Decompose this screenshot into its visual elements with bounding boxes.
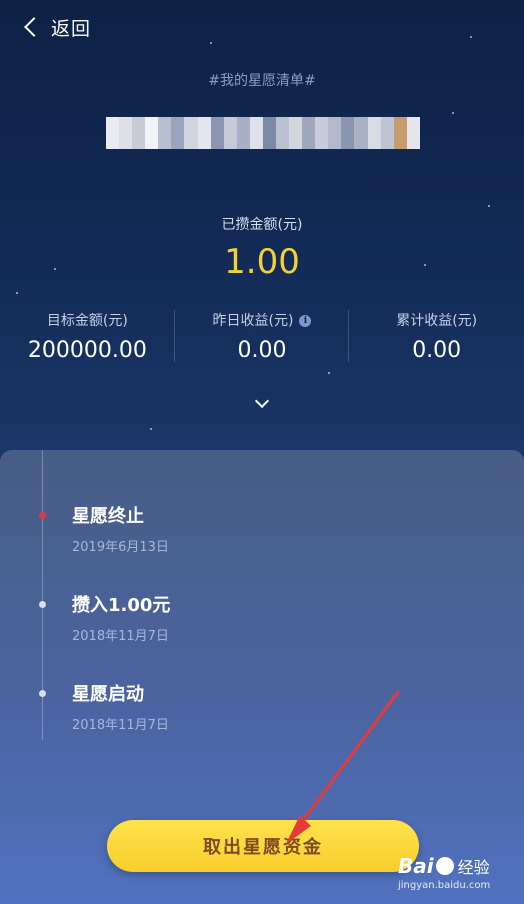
mosaic-tile [158, 117, 172, 149]
mosaic-tile [106, 117, 120, 149]
back-label: 返回 [51, 17, 92, 40]
wishlist-title: #我的星愿清单# [208, 73, 316, 89]
mosaic-tile [367, 117, 381, 149]
mosaic-tile [132, 117, 146, 149]
stat-cumulative: 累计收益(元) 0.00 [349, 310, 524, 370]
watermark: Bai 经验 jingyan.baidu.com [398, 854, 518, 894]
chevron-left-icon [24, 17, 44, 37]
mosaic-tile [341, 117, 355, 149]
mosaic-tile [145, 117, 159, 149]
timeline-item-date: 2018年11月7日 [72, 718, 169, 733]
stat-target-value: 200000.00 [27, 338, 147, 363]
saved-amount-label: 已攒金额(元) [221, 217, 303, 233]
mosaic-tile [119, 117, 133, 149]
mosaic-tile [171, 117, 185, 149]
back-button[interactable]: 返回 [22, 12, 91, 42]
wish-name-mosaic [106, 117, 420, 149]
timeline-dot [39, 690, 46, 697]
mosaic-tile [354, 117, 368, 149]
mosaic-tile [184, 117, 198, 149]
top-bar: 返回 [0, 0, 524, 52]
withdraw-funds-button[interactable]: 取出星愿资金 [107, 820, 419, 872]
timeline-item-title: 星愿终止 [72, 506, 144, 527]
stat-yesterday-value: 0.00 [237, 338, 287, 363]
mosaic-tile [406, 117, 420, 149]
mosaic-tile [223, 117, 237, 149]
stats-row: 目标金额(元) 200000.00 昨日收益(元) i 0.00 累计收益(元) … [0, 310, 524, 370]
watermark-site: jingyan.baidu.com [398, 880, 491, 891]
timeline-item-date: 2019年6月13日 [72, 540, 169, 555]
mosaic-tile [236, 117, 250, 149]
stat-target: 目标金额(元) 200000.00 [0, 310, 175, 370]
timeline-item-title: 星愿启动 [72, 684, 144, 705]
watermark-brand: Bai [398, 854, 434, 878]
stat-yesterday-label: 昨日收益(元) i [175, 310, 350, 332]
mosaic-tile [315, 117, 329, 149]
mosaic-tile [328, 117, 342, 149]
timeline-item-date: 2018年11月7日 [72, 629, 169, 644]
stat-cumulative-value: 0.00 [412, 338, 462, 363]
mosaic-tile [276, 117, 290, 149]
paw-icon [435, 857, 454, 875]
mosaic-tile [249, 117, 263, 149]
stat-yesterday: 昨日收益(元) i 0.00 [175, 310, 350, 370]
mosaic-tile [380, 117, 394, 149]
stat-cumulative-label: 累计收益(元) [396, 313, 478, 329]
timeline-dot [39, 601, 46, 608]
mosaic-tile [393, 117, 407, 149]
info-icon[interactable]: i [299, 315, 312, 327]
chevron-down-icon [254, 393, 270, 409]
timeline-dot-active [39, 512, 46, 519]
watermark-brand-suffix: 经验 [457, 858, 490, 877]
expand-button[interactable] [254, 393, 270, 410]
mosaic-tile [289, 117, 303, 149]
stat-target-label: 目标金额(元) [46, 313, 128, 329]
timeline-item-title: 攒入1.00元 [72, 595, 171, 616]
mosaic-tile [302, 117, 316, 149]
mosaic-tile [197, 117, 211, 149]
mosaic-tile [262, 117, 277, 149]
saved-amount-value: 1.00 [224, 242, 300, 282]
mosaic-tile [210, 117, 224, 149]
